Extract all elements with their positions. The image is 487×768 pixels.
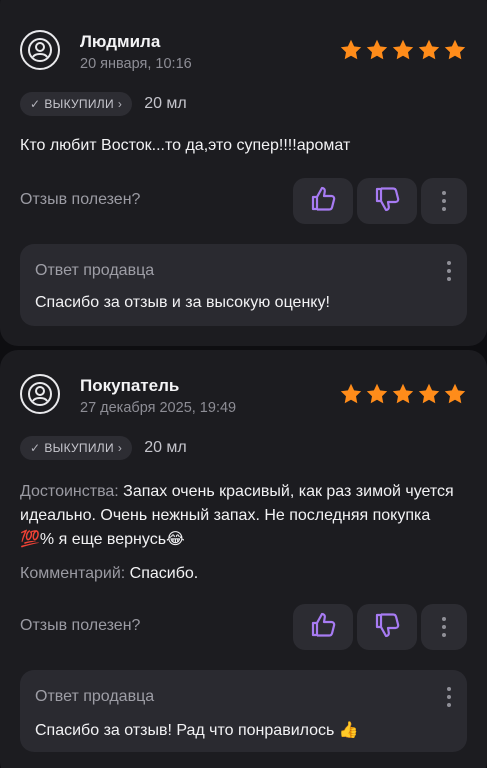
- review-author: Людмила: [80, 32, 161, 51]
- more-vertical-icon: [442, 617, 446, 637]
- dislike-button[interactable]: [357, 604, 417, 650]
- like-button[interactable]: [293, 604, 353, 650]
- pros-label: Достоинства:: [20, 483, 119, 500]
- star-icon: [365, 382, 389, 411]
- comment-label: Комментарий:: [20, 565, 126, 582]
- helpful-row: Отзыв полезен?: [20, 178, 467, 224]
- review-comment: Комментарий: Спасибо.: [20, 562, 467, 586]
- review-author: Покупатель: [80, 376, 180, 395]
- star-icon: [391, 38, 415, 67]
- check-icon: ✓: [30, 441, 41, 455]
- bought-badge-label: ВЫКУПИЛИ: [44, 97, 114, 111]
- helpful-label: Отзыв полезен?: [20, 617, 141, 634]
- review-header: Людмила 20 января, 10:16: [20, 30, 467, 78]
- thumbs-up-icon: [308, 610, 338, 645]
- reply-more-button[interactable]: [447, 687, 451, 707]
- comment-text: Спасибо.: [125, 565, 199, 582]
- more-vertical-icon: [447, 261, 451, 281]
- check-icon: ✓: [30, 97, 41, 111]
- star-icon: [365, 38, 389, 67]
- thumbs-down-icon: [372, 184, 402, 219]
- review-pros: Достоинства: Запах очень красивый, как р…: [20, 480, 467, 552]
- review-header: Покупатель 27 декабря 2025, 19:49: [20, 374, 467, 422]
- bought-badge[interactable]: ✓ ВЫКУПИЛИ ›: [20, 436, 133, 460]
- star-icon: [443, 38, 467, 67]
- rating-stars: [339, 382, 467, 411]
- seller-reply-text: Спасибо за отзыв и за высокую оценку!: [35, 294, 330, 311]
- bought-badge-label: ВЫКУПИЛИ: [44, 441, 114, 455]
- bought-badge[interactable]: ✓ ВЫКУПИЛИ ›: [20, 92, 133, 116]
- seller-reply-title: Ответ продавца: [35, 262, 155, 279]
- star-icon: [339, 382, 363, 411]
- review-card: Людмила 20 января, 10:16 ✓ ВЫКУПИЛИ › 20…: [0, 0, 487, 346]
- seller-reply-title: Ответ продавца: [35, 688, 155, 705]
- purchase-meta: ✓ ВЫКУПИЛИ › 20 мл: [20, 92, 187, 116]
- chevron-right-icon: ›: [117, 97, 123, 111]
- purchase-meta: ✓ ВЫКУПИЛИ › 20 мл: [20, 436, 187, 460]
- star-icon: [417, 382, 441, 411]
- like-button[interactable]: [293, 178, 353, 224]
- more-options-button[interactable]: [421, 178, 467, 224]
- star-icon: [443, 382, 467, 411]
- review-date: 27 декабря 2025, 19:49: [80, 400, 237, 416]
- star-icon: [339, 38, 363, 67]
- rating-stars: [339, 38, 467, 67]
- review-card: Покупатель 27 декабря 2025, 19:49 ✓ ВЫКУ…: [0, 350, 487, 768]
- seller-reply-text: Спасибо за отзыв! Рад что понравилось 👍: [35, 722, 359, 739]
- volume-label: 20 мл: [144, 95, 187, 112]
- helpful-row: Отзыв полезен?: [20, 604, 467, 650]
- seller-reply: Ответ продавца Спасибо за отзыв! Рад что…: [20, 670, 467, 752]
- seller-reply: Ответ продавца Спасибо за отзыв и за выс…: [20, 244, 467, 326]
- star-icon: [391, 382, 415, 411]
- more-options-button[interactable]: [421, 604, 467, 650]
- avatar-icon: [20, 374, 60, 414]
- star-icon: [417, 38, 441, 67]
- thumbs-up-icon: [308, 184, 338, 219]
- avatar-icon: [20, 30, 60, 70]
- volume-label: 20 мл: [144, 439, 187, 456]
- more-vertical-icon: [447, 687, 451, 707]
- review-text: Кто любит Восток...то да,это супер!!!!ар…: [20, 137, 351, 154]
- review-date: 20 января, 10:16: [80, 56, 192, 72]
- thumbs-down-icon: [372, 610, 402, 645]
- helpful-label: Отзыв полезен?: [20, 191, 141, 208]
- more-vertical-icon: [442, 191, 446, 211]
- chevron-right-icon: ›: [117, 441, 123, 455]
- dislike-button[interactable]: [357, 178, 417, 224]
- reply-more-button[interactable]: [447, 261, 451, 281]
